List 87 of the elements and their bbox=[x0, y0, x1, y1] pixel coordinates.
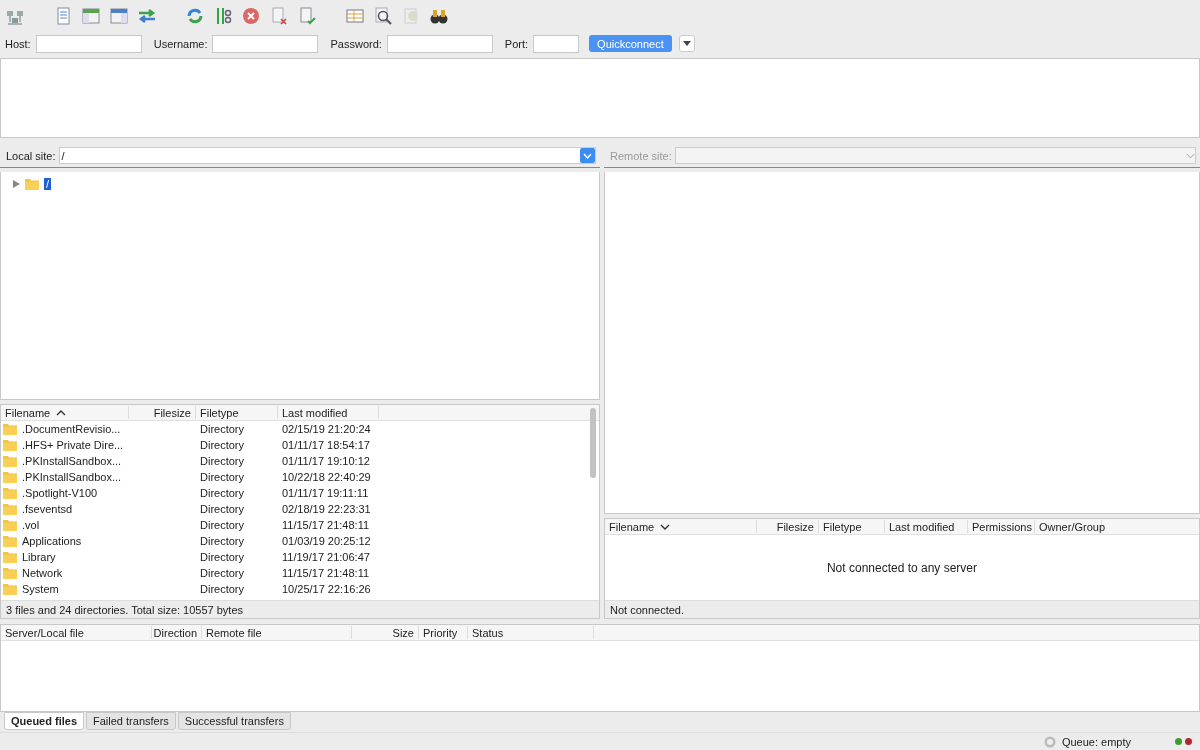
modified-date: 01/03/19 20:25:12 bbox=[282, 535, 371, 548]
caret-icon bbox=[583, 152, 592, 159]
file-type: Directory bbox=[200, 567, 244, 580]
modified-date: 01/11/17 19:11:11 bbox=[282, 487, 369, 500]
file-name[interactable]: .fseventsd bbox=[22, 503, 73, 516]
file-type: Directory bbox=[200, 487, 244, 500]
modified-date: 01/11/17 18:54:17 bbox=[282, 439, 370, 452]
file-type: Directory bbox=[200, 423, 244, 436]
dropdown-button[interactable] bbox=[678, 35, 695, 53]
file-type: Directory bbox=[200, 519, 244, 532]
column-header[interactable]: Direction bbox=[152, 626, 202, 640]
folder-icon bbox=[3, 455, 17, 468]
path-combo-box[interactable] bbox=[674, 147, 1196, 165]
column-header[interactable]: Status bbox=[468, 626, 594, 640]
file-name[interactable]: .DocumentRevisio... bbox=[22, 423, 121, 436]
folder-icon bbox=[3, 471, 17, 484]
file-name[interactable]: Network bbox=[22, 567, 63, 580]
column-header[interactable]: Last modified bbox=[278, 406, 379, 420]
scrollbar-thumb[interactable] bbox=[590, 408, 596, 479]
folder-icon bbox=[3, 439, 17, 452]
column-header[interactable]: Last modified bbox=[885, 520, 968, 534]
modified-date: 02/15/19 21:20:24 bbox=[282, 423, 371, 436]
tab[interactable]: Failed transfers bbox=[86, 712, 176, 731]
column-header[interactable]: Filename bbox=[605, 520, 757, 534]
folder-icon bbox=[3, 519, 17, 532]
modified-date: 10/22/18 22:40:29 bbox=[282, 471, 371, 484]
caret-icon bbox=[682, 41, 691, 47]
file-type: Directory bbox=[200, 503, 244, 516]
field-label: Port: bbox=[504, 37, 529, 50]
folder-icon bbox=[3, 487, 17, 500]
magnifier-icon[interactable] bbox=[372, 4, 394, 27]
modified-date: 02/18/19 22:23:31 bbox=[282, 503, 371, 516]
file-name[interactable]: System bbox=[22, 583, 59, 596]
folder-icon bbox=[3, 503, 17, 516]
column-header[interactable]: Remote file bbox=[202, 626, 352, 640]
modified-date: 11/15/17 21:48:11 bbox=[282, 567, 370, 580]
file-name[interactable]: .PKInstallSandbox... bbox=[22, 471, 122, 484]
field-label: Password: bbox=[330, 37, 382, 50]
file-type: Directory bbox=[200, 551, 244, 564]
field-label: Username: bbox=[153, 37, 208, 50]
folder-icon bbox=[3, 567, 17, 580]
input-field[interactable] bbox=[386, 34, 493, 53]
input-field[interactable] bbox=[35, 34, 142, 53]
column-header[interactable]: Server/Local file bbox=[1, 626, 152, 640]
column-header[interactable]: Filename bbox=[1, 406, 129, 420]
column-header[interactable]: Permissions bbox=[968, 520, 1035, 534]
modified-date: 01/11/17 19:10:12 bbox=[282, 455, 370, 468]
field-label: Host: bbox=[5, 37, 31, 50]
folder-icon bbox=[3, 583, 17, 596]
file-type: Directory bbox=[200, 583, 244, 596]
file-name[interactable]: .Spotlight-V100 bbox=[22, 487, 98, 500]
folder-icon bbox=[3, 423, 17, 436]
tree-item[interactable]: / bbox=[44, 177, 52, 190]
file-type: Directory bbox=[200, 471, 244, 484]
folder-icon bbox=[25, 177, 39, 190]
modified-date: 10/25/17 22:16:26 bbox=[282, 583, 371, 596]
column-header[interactable]: Priority bbox=[419, 626, 468, 640]
site-label: Remote site: bbox=[610, 149, 672, 162]
modified-date: 11/19/17 21:06:47 bbox=[282, 551, 370, 564]
file-name[interactable]: Applications bbox=[22, 535, 82, 548]
tab[interactable]: Queued files bbox=[4, 712, 85, 731]
status-text: 3 files and 24 directories. Total size: 10557 bytes bbox=[6, 603, 244, 616]
file-type: Directory bbox=[200, 455, 244, 468]
collapsed-triangle-icon[interactable] bbox=[13, 179, 20, 188]
column-header[interactable]: Filetype bbox=[819, 520, 885, 534]
path-combo-box[interactable]: / bbox=[58, 147, 596, 165]
folder-icon bbox=[3, 535, 17, 548]
column-header[interactable]: Filetype bbox=[196, 406, 278, 420]
file-name[interactable]: .vol bbox=[22, 519, 40, 532]
input-field[interactable] bbox=[212, 34, 319, 53]
column-header[interactable]: Filesize bbox=[757, 520, 819, 534]
tab[interactable]: Successful transfers bbox=[177, 712, 291, 731]
file-name[interactable]: .PKInstallSandbox... bbox=[22, 455, 122, 468]
status-text: Not connected. bbox=[610, 603, 684, 616]
queue-status: Queue: empty bbox=[1061, 735, 1131, 748]
file-type: Directory bbox=[200, 439, 244, 452]
modified-date: 11/15/17 21:48:11 bbox=[282, 519, 370, 532]
file-name[interactable]: Library bbox=[22, 551, 56, 564]
folder-icon bbox=[3, 551, 17, 564]
file-type: Directory bbox=[200, 535, 244, 548]
column-header[interactable]: Filesize bbox=[129, 406, 196, 420]
site-label: Local site: bbox=[6, 149, 56, 162]
dropdown-caret-icon bbox=[1186, 152, 1195, 159]
file-name[interactable]: .HFS+ Private Dire... bbox=[22, 439, 124, 452]
column-header[interactable]: Size bbox=[352, 626, 419, 640]
input-field[interactable] bbox=[533, 34, 580, 53]
empty-message: Not connected to any server bbox=[826, 560, 978, 575]
